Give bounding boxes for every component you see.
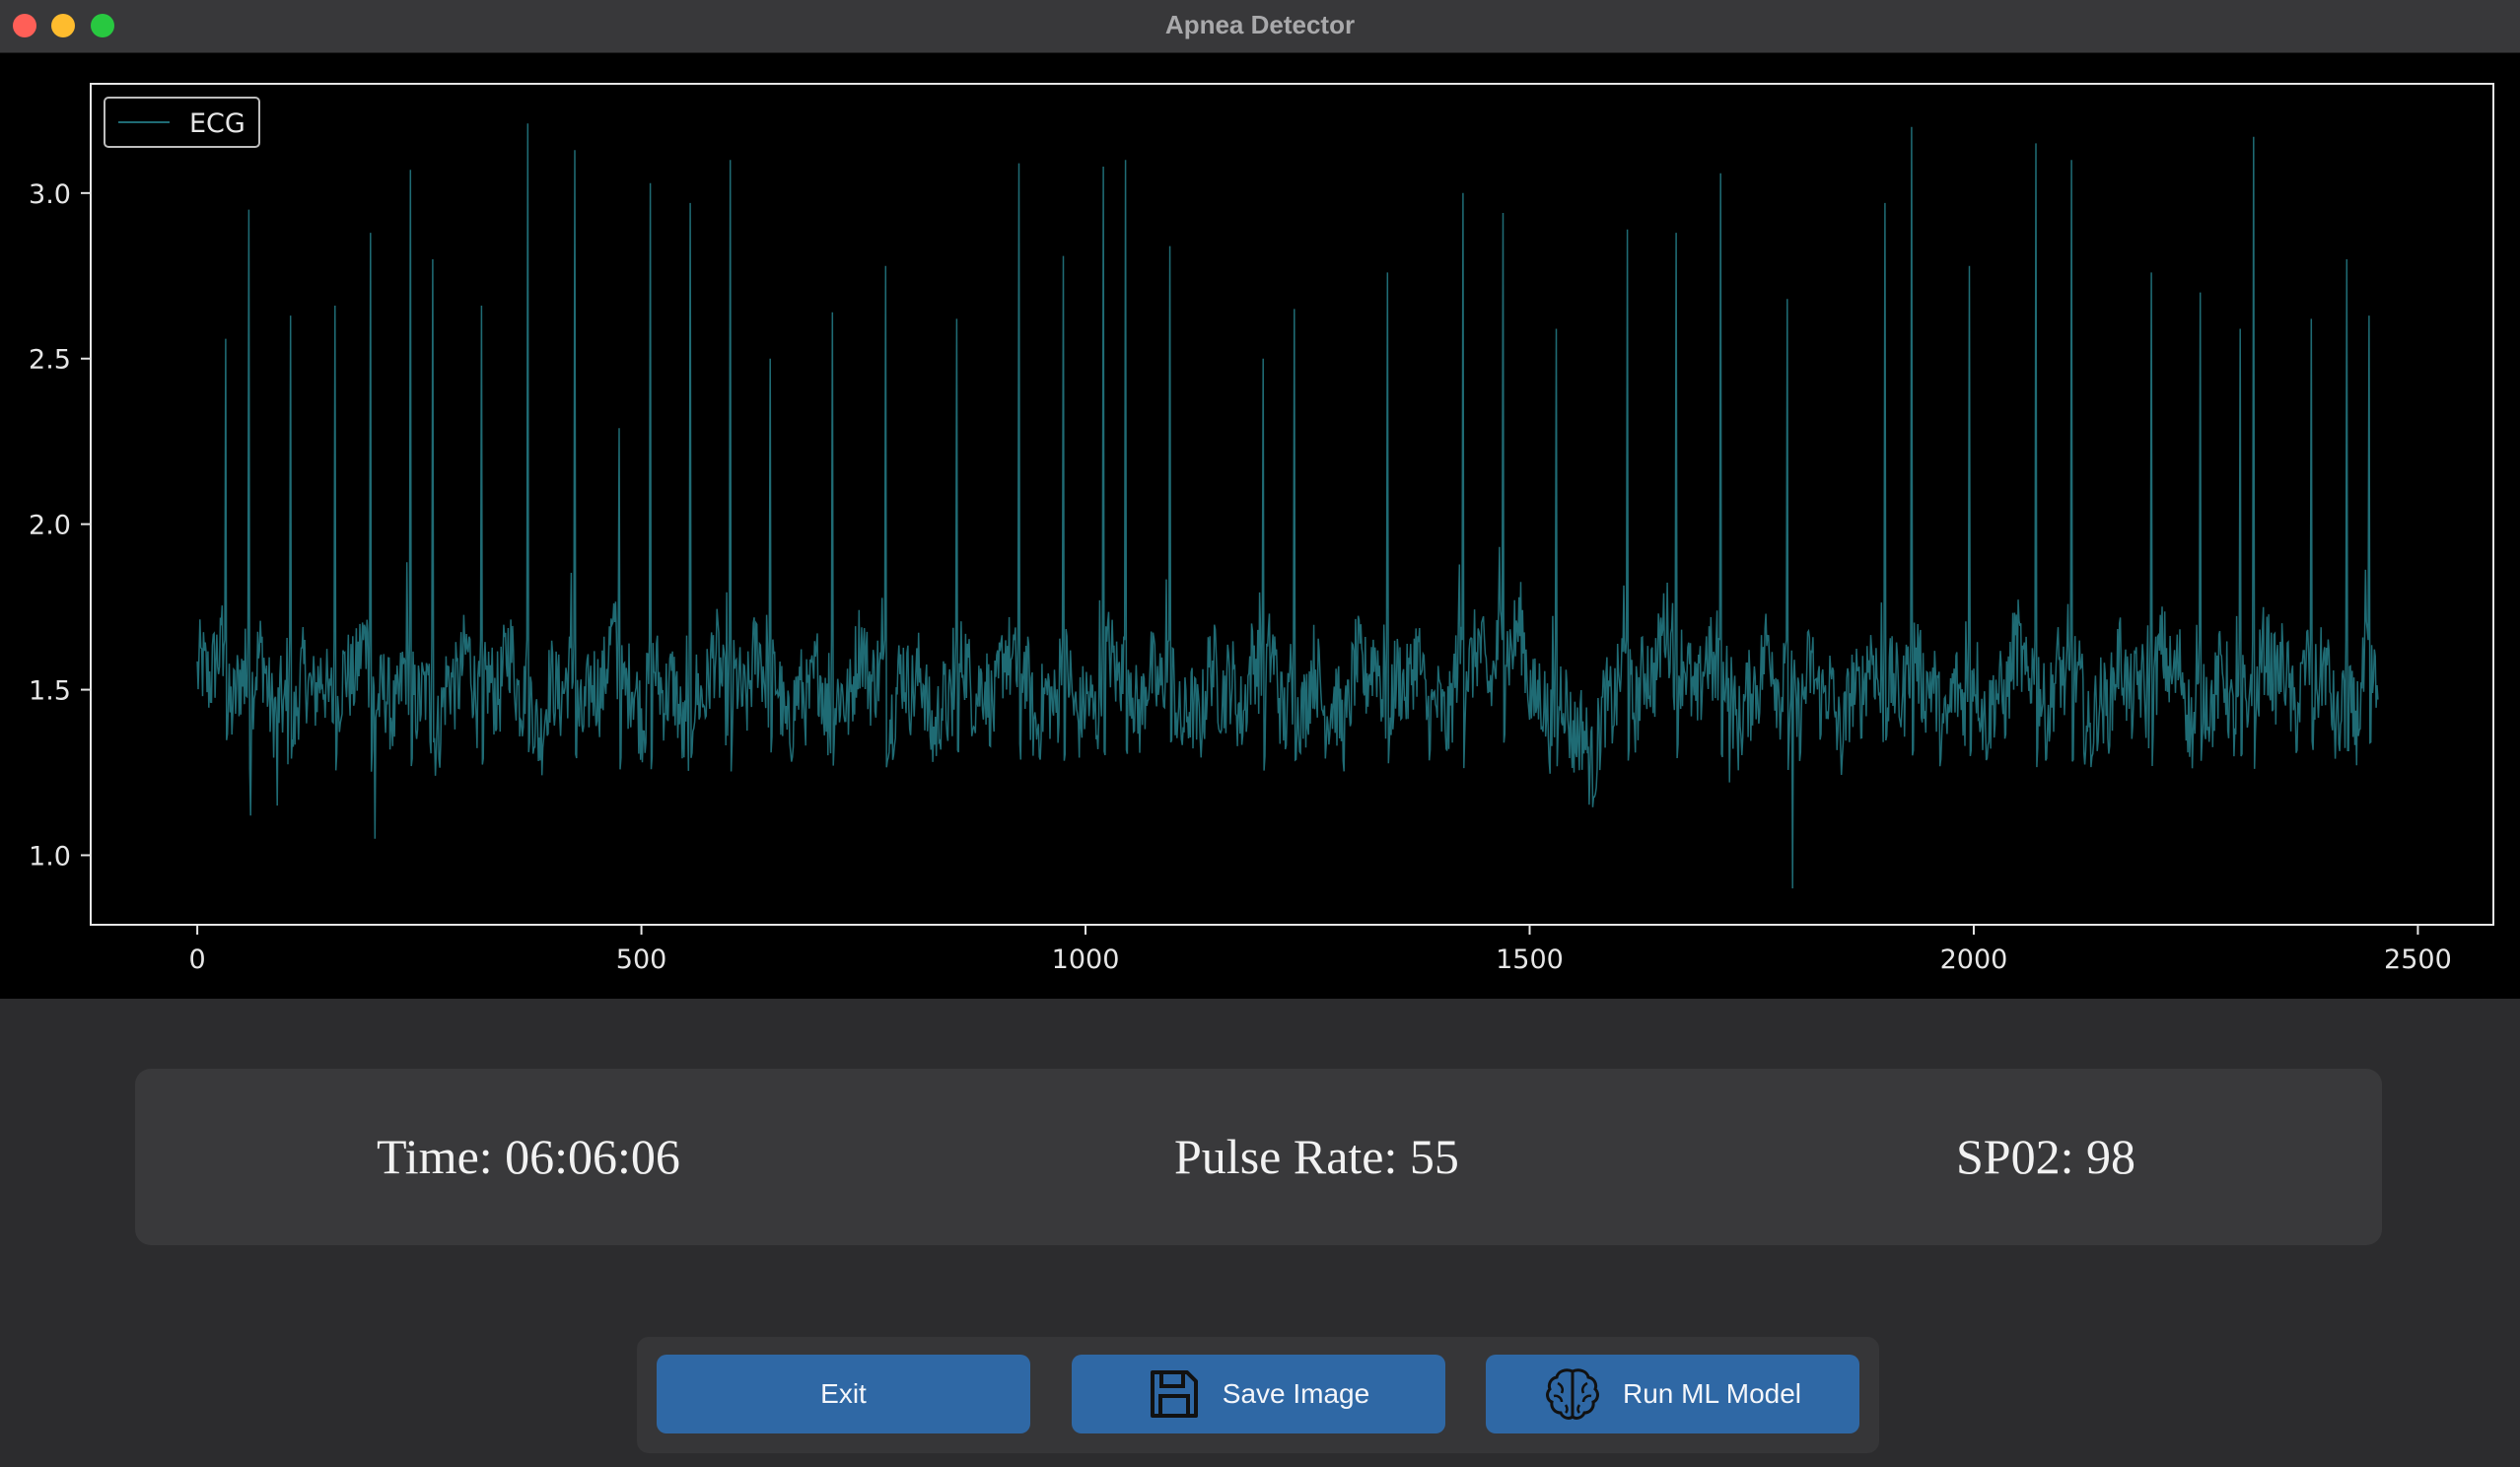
ecg-plot: 0 500 1000 1500 2000 2500 1.0 1.5 2.0 2.5 3.0 ECG — [0, 53, 2520, 999]
spo2-readout: SP02: 98 — [1956, 1129, 2136, 1184]
vitals-panel: Time: 06:06:06 Pulse Rate: 55 SP02: 98 — [135, 1069, 2382, 1245]
y-tick-label: 2.5 — [29, 345, 71, 376]
run-ml-model-button-label: Run ML Model — [1622, 1378, 1802, 1409]
x-tick-label: 1500 — [1496, 944, 1564, 975]
ecg-chart: 0 500 1000 1500 2000 2500 1.0 1.5 2.0 2.5 3.0 ECG — [29, 83, 2494, 975]
time-readout: Time: 06:06:06 — [377, 1129, 680, 1184]
run-ml-model-button[interactable]: Run ML Model — [1486, 1355, 1859, 1433]
x-tick-label: 500 — [616, 944, 667, 975]
y-tick-label: 3.0 — [29, 179, 71, 210]
save-image-button[interactable]: Save Image — [1072, 1355, 1445, 1433]
floppy-disk-icon — [1150, 1370, 1198, 1418]
legend-label: ECG — [189, 108, 245, 139]
x-tick-label: 0 — [189, 944, 206, 975]
exit-button-label: Exit — [820, 1378, 867, 1409]
exit-button[interactable]: Exit — [657, 1355, 1030, 1433]
save-image-button-label: Save Image — [1222, 1378, 1370, 1409]
y-tick-label: 2.0 — [29, 511, 71, 541]
title-bar: Apnea Detector — [0, 0, 2520, 53]
y-tick-label: 1.5 — [29, 676, 71, 707]
y-tick-label: 1.0 — [29, 841, 71, 872]
axes-frame — [90, 83, 2494, 926]
pulse-rate-readout: Pulse Rate: 55 — [1174, 1129, 1459, 1184]
x-tick-label: 2500 — [2384, 944, 2452, 975]
action-bar: Exit Save Image Run ML Model — [637, 1337, 1879, 1453]
window-title: Apnea Detector — [1164, 10, 1356, 39]
brain-icon — [1546, 1368, 1599, 1420]
x-tick-label: 2000 — [1940, 944, 2008, 975]
x-tick-label: 1000 — [1052, 944, 1120, 975]
ecg-series-line — [196, 123, 2379, 889]
